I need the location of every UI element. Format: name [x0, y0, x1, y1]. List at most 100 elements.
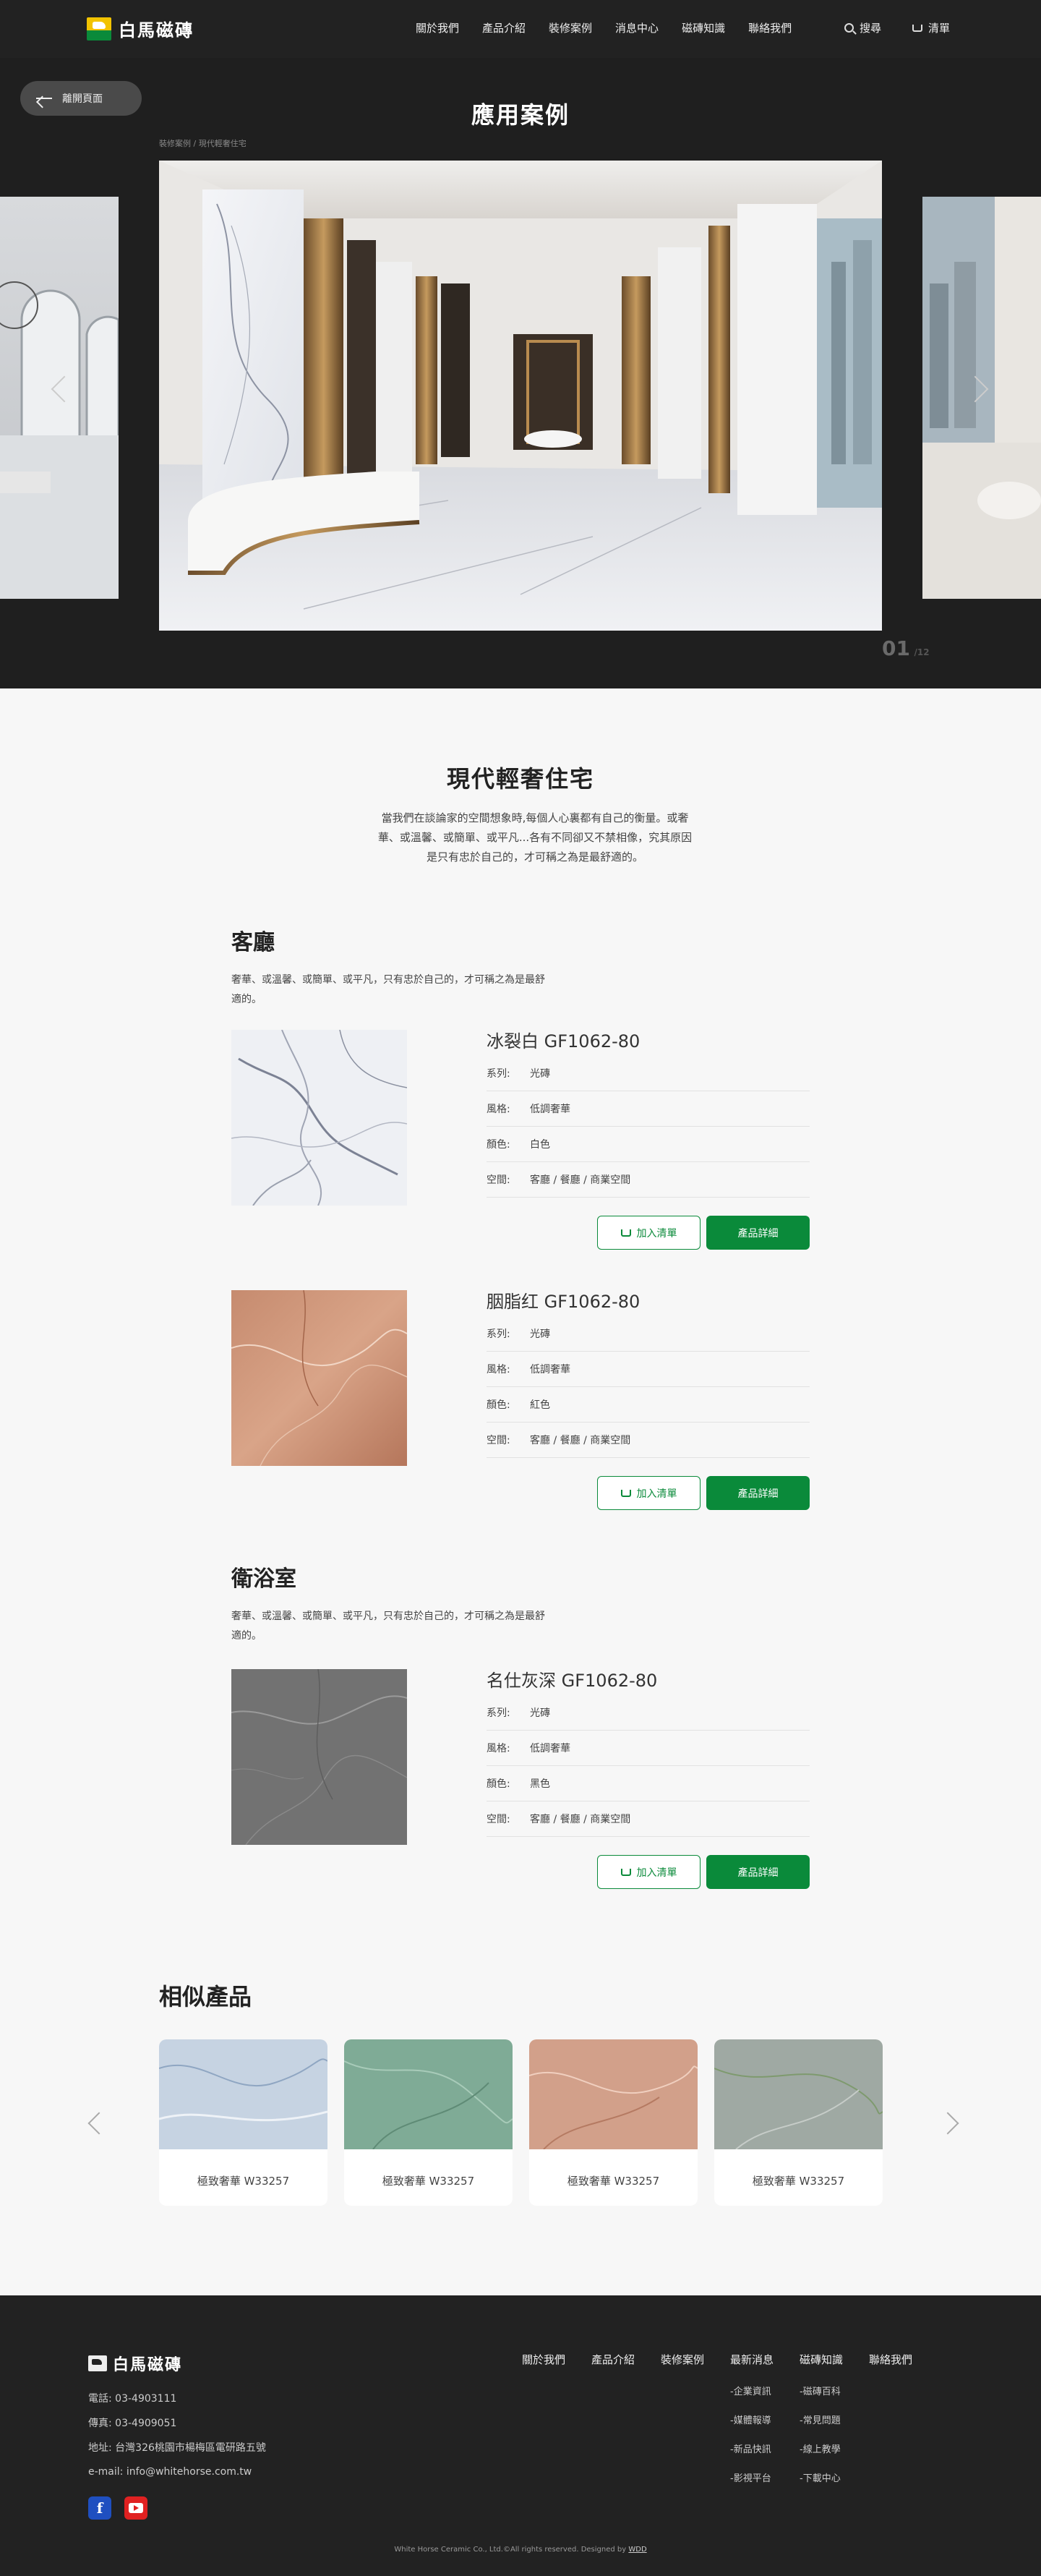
youtube-icon[interactable]: [124, 2496, 147, 2520]
nav-item-contact[interactable]: 聯絡我們: [748, 20, 792, 35]
next-slide-preview[interactable]: [922, 197, 1041, 599]
section-title-living-room: 客廳: [231, 930, 275, 955]
cart-label: 清單: [928, 22, 951, 35]
spec-label: 空間:: [487, 1174, 510, 1186]
footer-nav-products[interactable]: 產品介紹: [591, 2352, 635, 2367]
footer-sub-link[interactable]: -媒體報導: [730, 2413, 771, 2426]
product-detail-button[interactable]: 產品詳細: [706, 1476, 810, 1510]
section-desc-living-room: 奢華、或溫馨、或簡單、或平凡，只有忠於自己的，才可稱之為是最舒適的。: [231, 974, 545, 1005]
footer-address: 地址: 台灣326桃園市楊梅區電研路五號: [88, 2442, 266, 2454]
designer-link[interactable]: WDD: [628, 2546, 646, 2554]
site-footer: 白馬磁磚 電話: 03-4903111 傳真: 03-4909051 地址: 台…: [0, 2295, 1041, 2576]
similar-next-arrow-icon[interactable]: [936, 2112, 959, 2135]
spec-value: 光磚: [530, 1328, 550, 1340]
slide-current: 01: [882, 636, 910, 660]
peach-marble-swatch: [529, 2039, 698, 2150]
copyright-text: White Horse Ceramic Co., Ltd.©All rights…: [394, 2546, 627, 2554]
footer-brand[interactable]: 白馬磁磚: [88, 2352, 182, 2375]
facebook-icon[interactable]: f: [88, 2496, 111, 2520]
cart-icon: [620, 1229, 631, 1237]
spec-value: 低調奢華: [530, 1743, 570, 1754]
product-name[interactable]: 名仕灰深 GF1062-80: [487, 1666, 657, 1692]
spec-value: 客廳 / 餐廳 / 商業空間: [530, 1435, 631, 1446]
spec-label: 風格:: [487, 1743, 510, 1754]
nav-item-knowledge[interactable]: 磁磚知識: [682, 20, 725, 35]
product-detail-button[interactable]: 產品詳細: [706, 1216, 810, 1250]
similar-product-card[interactable]: 極致奢華 W33257: [159, 2039, 327, 2206]
product-name[interactable]: 胭脂红 GF1062-80: [487, 1287, 640, 1313]
product-image[interactable]: [231, 1669, 407, 1845]
spec-value: 光磚: [530, 1707, 550, 1719]
similar-product-card[interactable]: 極致奢華 W33257: [529, 2039, 698, 2206]
product-name[interactable]: 冰裂白 GF1062-80: [487, 1027, 640, 1052]
spec-color: 顏色: 紅色: [487, 1387, 810, 1423]
nav-item-cases[interactable]: 裝修案例: [549, 20, 592, 35]
add-to-list-label: 加入清單: [636, 1227, 677, 1240]
spec-style: 風格: 低調奢華: [487, 1731, 810, 1766]
spec-label: 空間:: [487, 1435, 510, 1446]
search-button[interactable]: 搜尋: [844, 20, 881, 35]
add-to-list-button[interactable]: 加入清單: [597, 1216, 701, 1250]
nav-item-about[interactable]: 關於我們: [416, 20, 459, 35]
brand-logo[interactable]: 白馬磁磚: [87, 16, 194, 41]
case-gallery: 離開頁面 應用案例 裝修案例 / 現代輕奢住宅 01 /12: [0, 58, 1041, 688]
main-nav: 關於我們 產品介紹 裝修案例 消息中心 磁磚知識 聯絡我們: [416, 20, 815, 35]
footer-nav-knowledge[interactable]: 磁磚知識: [800, 2352, 843, 2367]
cart-icon: [620, 1489, 631, 1497]
add-to-list-label: 加入清單: [636, 1488, 677, 1500]
footer-nav-news[interactable]: 最新消息: [730, 2352, 774, 2367]
cart-button[interactable]: 清單: [912, 20, 950, 35]
footer-nav-about[interactable]: 關於我們: [522, 2352, 565, 2367]
footer-sub-link[interactable]: -下載中心: [800, 2470, 841, 2484]
spec-style: 風格: 低調奢華: [487, 1091, 810, 1127]
case-main-image: [159, 161, 882, 631]
grey-marble-swatch: [231, 1669, 407, 1845]
similar-product-card[interactable]: 極致奢華 W33257: [714, 2039, 883, 2206]
nav-item-products[interactable]: 產品介紹: [482, 20, 526, 35]
footer-nav-contact[interactable]: 聯絡我們: [869, 2352, 912, 2367]
section-desc-bathroom: 奢華、或溫馨、或簡單、或平凡，只有忠於自己的，才可稱之為是最舒適的。: [231, 1611, 545, 1642]
footer-sub-link[interactable]: -新品快訊: [730, 2441, 771, 2455]
lobby-interior-image: [159, 161, 882, 631]
footer-email[interactable]: e-mail: info@whitehorse.com.tw: [88, 2466, 252, 2478]
breadcrumb[interactable]: 裝修案例 / 現代輕奢住宅: [159, 137, 247, 149]
product-image[interactable]: [231, 1030, 407, 1206]
horse-logo-icon: [88, 2355, 107, 2371]
product-detail-button[interactable]: 產品詳細: [706, 1855, 810, 1889]
red-marble-swatch: [231, 1290, 407, 1466]
footer-sub-link[interactable]: -常見問題: [800, 2413, 841, 2426]
spec-space: 空間: 客廳 / 餐廳 / 商業空間: [487, 1801, 810, 1837]
spec-label: 顏色:: [487, 1778, 510, 1790]
similar-prev-arrow-icon[interactable]: [87, 2112, 111, 2135]
footer-sub-link[interactable]: -影視平台: [730, 2470, 771, 2484]
white-marble-swatch: [231, 1030, 407, 1206]
brand-name: 白馬磁磚: [119, 20, 194, 40]
lounge-image: [922, 197, 1041, 599]
product-card: 名仕灰深 GF1062-80 系列: 光磚 風格: 低調奢華 顏色: 黑色 空間: 客廳…: [231, 1666, 810, 1889]
green-marble-swatch: [344, 2039, 513, 2150]
cart-icon: [620, 1868, 631, 1876]
grey-green-marble-swatch: [714, 2039, 883, 2150]
spec-label: 系列:: [487, 1707, 510, 1719]
nav-item-news[interactable]: 消息中心: [615, 20, 659, 35]
similar-product-name: 極致奢華 W33257: [752, 2174, 845, 2188]
search-label: 搜尋: [860, 22, 882, 35]
spec-series: 系列: 光磚: [487, 1695, 810, 1731]
footer-nav-cases[interactable]: 裝修案例: [661, 2352, 704, 2367]
cart-icon: [912, 24, 922, 32]
spec-label: 顏色:: [487, 1399, 510, 1411]
product-card: 胭脂红 GF1062-80 系列: 光磚 風格: 低調奢華 顏色: 紅色 空間: 客廳 …: [231, 1287, 810, 1510]
similar-product-card[interactable]: 極致奢華 W33257: [344, 2039, 513, 2206]
add-to-list-button[interactable]: 加入清單: [597, 1855, 701, 1889]
add-to-list-button[interactable]: 加入清單: [597, 1476, 701, 1510]
spec-series: 系列: 光磚: [487, 1316, 810, 1352]
footer-brand-name: 白馬磁磚: [113, 2356, 183, 2374]
site-header: 白馬磁磚 關於我們 產品介紹 裝修案例 消息中心 磁磚知識 聯絡我們 搜尋 清單: [0, 0, 1041, 58]
product-card: 冰裂白 GF1062-80 系列: 光磚 風格: 低調奢華 顏色: 白色 空間: 客廳 …: [231, 1027, 810, 1250]
footer-sub-link[interactable]: -企業資訊: [730, 2384, 771, 2397]
product-image[interactable]: [231, 1290, 407, 1466]
similar-products-title: 相似產品: [159, 1983, 252, 2010]
search-icon: [844, 23, 854, 33]
footer-sub-link[interactable]: -線上教學: [800, 2441, 841, 2455]
footer-sub-link[interactable]: -磁磚百科: [800, 2384, 841, 2397]
